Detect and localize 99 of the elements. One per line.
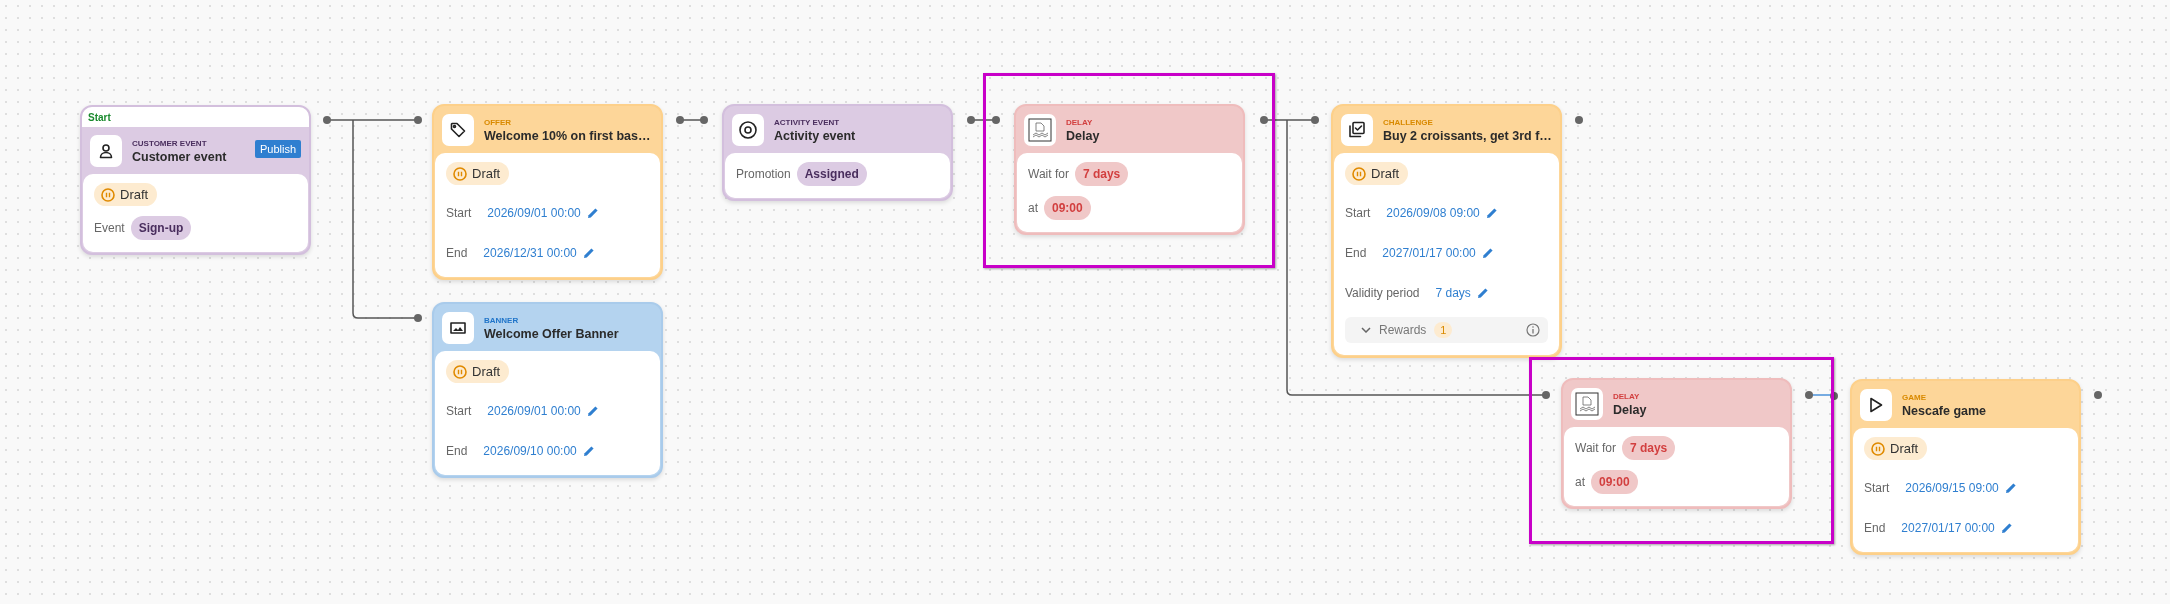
rewards-section[interactable]: Rewards 1 bbox=[1345, 317, 1548, 343]
field-value: 7 days bbox=[1074, 162, 1129, 186]
field-label: Start bbox=[1345, 206, 1371, 220]
handle-dot[interactable] bbox=[967, 116, 975, 124]
field-value-link[interactable]: 2026/09/08 09:00 bbox=[1386, 206, 1480, 220]
handle-dot[interactable] bbox=[1575, 116, 1583, 124]
tag-icon bbox=[450, 122, 466, 138]
pause-circle-icon bbox=[453, 166, 467, 181]
field-value-link[interactable]: 2027/01/17 00:00 bbox=[1382, 246, 1476, 260]
pencil-icon[interactable] bbox=[582, 247, 595, 259]
field-label: Start bbox=[1864, 481, 1890, 495]
pencil-icon[interactable] bbox=[586, 207, 599, 219]
field-value-link[interactable]: 2026/09/10 00:00 bbox=[483, 444, 577, 458]
node-category: DELAY bbox=[1066, 117, 1094, 127]
node-title: Buy 2 croissants, get 3rd f… bbox=[1383, 128, 1552, 143]
field-value: 09:00 bbox=[1044, 196, 1091, 220]
status-text: Draft bbox=[1890, 441, 1919, 456]
field-value-link[interactable]: 2027/01/17 00:00 bbox=[1901, 521, 1995, 535]
status-text: Draft bbox=[120, 187, 149, 202]
field-label: Validity period bbox=[1345, 286, 1420, 300]
field-label: End bbox=[446, 246, 468, 260]
node-card[interactable]: OFFER Welcome 10% on first bas… Draft Start 2026/09/01 00:00 End 2026/12/31 00:00 bbox=[432, 104, 663, 280]
handle-dot[interactable] bbox=[1542, 391, 1550, 399]
field-label: End bbox=[446, 444, 468, 458]
field-value: Assigned bbox=[796, 162, 867, 186]
handle-dot[interactable] bbox=[992, 116, 1000, 124]
pencil-icon[interactable] bbox=[2004, 482, 2017, 494]
image-icon bbox=[450, 321, 466, 335]
status-text: Draft bbox=[1371, 166, 1400, 181]
pause-circle-icon bbox=[1352, 166, 1366, 181]
status-text: Draft bbox=[472, 364, 501, 379]
handle-dot[interactable] bbox=[676, 116, 684, 124]
field-value-link[interactable]: 2026/12/31 00:00 bbox=[483, 246, 577, 260]
node-title: Nescafe game bbox=[1902, 403, 1988, 418]
field-label: End bbox=[1864, 521, 1886, 535]
node-title: Welcome Offer Banner bbox=[484, 326, 620, 341]
node-card[interactable]: ACTIVITY EVENT Activity event Promotion Assigned bbox=[722, 104, 953, 201]
rewards-count: 1 bbox=[1434, 322, 1453, 338]
node-card[interactable]: DELAY Delay Wait for 7 days at 09:00 bbox=[1014, 104, 1245, 235]
pencil-icon[interactable] bbox=[586, 405, 599, 417]
pause-circle-icon bbox=[1871, 441, 1885, 456]
node-category: OFFER bbox=[484, 117, 513, 127]
info-icon[interactable] bbox=[1526, 323, 1540, 337]
handle-dot[interactable] bbox=[1805, 391, 1813, 399]
node-title: Delay bbox=[1066, 128, 1101, 143]
node-card[interactable]: BANNER Welcome Offer Banner Draft Start 2026/09/01 00:00 End 2026/09/10 00:00 bbox=[432, 302, 663, 478]
handle-dot[interactable] bbox=[1311, 116, 1319, 124]
node-title: Activity event bbox=[774, 128, 857, 143]
field-value-link[interactable]: 2026/09/01 00:00 bbox=[487, 404, 581, 418]
field-label: Promotion bbox=[736, 167, 791, 181]
node-category: CUSTOMER EVENT bbox=[132, 138, 208, 148]
field-label: Start bbox=[446, 404, 472, 418]
field-label: at bbox=[1028, 201, 1038, 215]
node-category: BANNER bbox=[484, 315, 520, 325]
field-label: End bbox=[1345, 246, 1367, 260]
pencil-icon[interactable] bbox=[1476, 287, 1489, 299]
pencil-icon[interactable] bbox=[1485, 207, 1498, 219]
field-label: Start bbox=[446, 206, 472, 220]
rewards-label: Rewards bbox=[1379, 323, 1427, 337]
field-value: Sign-up bbox=[130, 216, 192, 240]
pencil-icon[interactable] bbox=[1481, 247, 1494, 259]
node-card[interactable]: DELAY Delay Wait for 7 days at 09:00 bbox=[1561, 378, 1792, 509]
handle-dot[interactable] bbox=[414, 314, 422, 322]
user-icon bbox=[98, 143, 114, 159]
node-category: GAME bbox=[1902, 392, 1927, 402]
node-title: Welcome 10% on first bas… bbox=[484, 128, 652, 143]
node-card[interactable]: GAME Nescafe game Draft Start 2026/09/15 09:00 End 2027/01/17 00:00 bbox=[1850, 379, 2081, 555]
chevron-down-icon[interactable] bbox=[1361, 327, 1371, 333]
field-label: Event bbox=[94, 221, 125, 235]
checklist-stack-icon bbox=[1348, 121, 1366, 139]
node-category: ACTIVITY EVENT bbox=[774, 117, 841, 127]
handle-dot[interactable] bbox=[323, 116, 331, 124]
field-value: 09:00 bbox=[1591, 470, 1638, 494]
node-category: DELAY bbox=[1613, 391, 1641, 401]
play-icon bbox=[1869, 397, 1883, 413]
field-value: 7 days bbox=[1621, 436, 1676, 460]
handle-dot[interactable] bbox=[414, 116, 422, 124]
handle-dot[interactable] bbox=[2094, 391, 2102, 399]
pause-circle-icon bbox=[101, 187, 115, 202]
node-title: Delay bbox=[1613, 402, 1648, 417]
pencil-icon[interactable] bbox=[582, 445, 595, 457]
field-value-link[interactable]: 2026/09/01 00:00 bbox=[487, 206, 581, 220]
field-value-link[interactable]: 7 days bbox=[1435, 286, 1471, 300]
handle-dot[interactable] bbox=[1260, 116, 1268, 124]
field-label: Wait for bbox=[1575, 441, 1616, 455]
status-text: Draft bbox=[472, 166, 501, 181]
node-card[interactable]: Start CUSTOMER EVENT Customer event Publish Draft Event Sign-up bbox=[80, 105, 311, 255]
target-icon bbox=[738, 120, 758, 140]
start-label: Start bbox=[82, 107, 309, 127]
node-title: Customer event bbox=[132, 149, 228, 164]
publish-button[interactable]: Publish bbox=[254, 140, 301, 158]
node-category: CHALLENGE bbox=[1383, 117, 1434, 127]
handle-dot[interactable] bbox=[700, 116, 708, 124]
field-label: at bbox=[1575, 475, 1585, 489]
field-value-link[interactable]: 2026/09/15 09:00 bbox=[1905, 481, 1999, 495]
pencil-icon[interactable] bbox=[2000, 522, 2013, 534]
pause-circle-icon bbox=[453, 364, 467, 379]
node-card[interactable]: CHALLENGE Buy 2 croissants, get 3rd f… Draft Start 2026/09/08 09:00 End 2027/01/17 00:00 Validity period 7 days Rewards 1 bbox=[1331, 104, 1562, 358]
field-label: Wait for bbox=[1028, 167, 1069, 181]
